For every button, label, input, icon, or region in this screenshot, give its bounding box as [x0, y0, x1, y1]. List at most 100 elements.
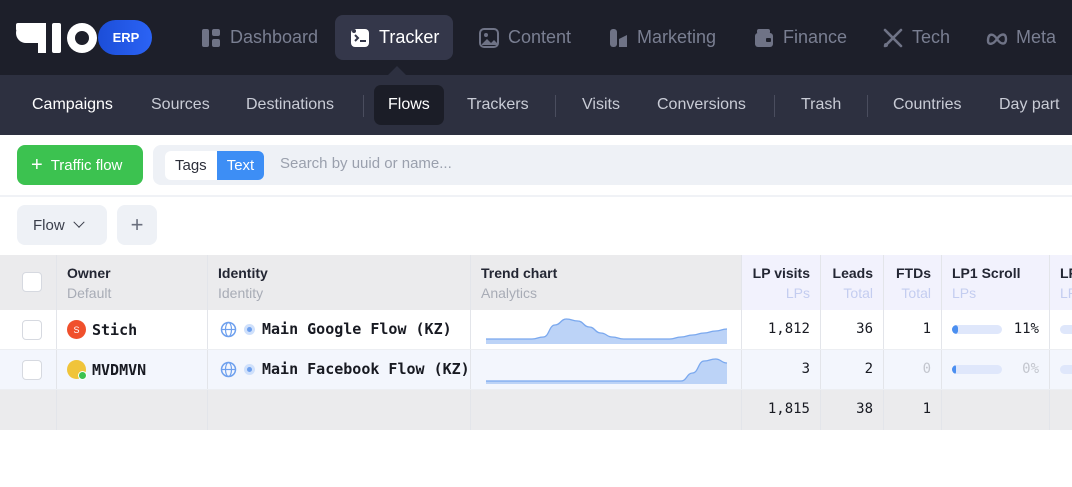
nav-marketing[interactable]: Marketing: [593, 15, 730, 60]
eye-icon[interactable]: [243, 323, 256, 336]
header-lp-visits-sub: LPs: [785, 285, 810, 301]
lp-visits-value: 3: [801, 361, 810, 377]
totals-empty-cell: [0, 390, 57, 430]
table-row[interactable]: MVDMVN Main Facebook Flow (KZ) 3 2 0 0%: [0, 350, 1072, 390]
subnav-day-part[interactable]: Day part: [985, 85, 1072, 125]
header-lp1-scroll-title: LP1 Scroll: [952, 265, 1021, 281]
header-lp1-scroll-sub: LPs: [952, 285, 977, 301]
group-by-dropdown[interactable]: Flow: [17, 205, 107, 245]
identity-cell: Main Google Flow (KZ): [208, 310, 471, 349]
select-all-checkbox[interactable]: [22, 272, 42, 292]
nav-dashboard[interactable]: Dashboard: [186, 15, 332, 60]
search-mode-toggle: Tags Text: [165, 151, 265, 180]
next-column-progress: [1060, 325, 1072, 334]
add-filter-button[interactable]: +: [117, 205, 157, 245]
header-lp1-scroll[interactable]: LP1 Scroll LPs: [942, 255, 1050, 310]
toolbar-divider: [0, 195, 1072, 197]
subnav-trash[interactable]: Trash: [787, 85, 855, 125]
marketing-icon: [610, 28, 627, 47]
sparkline-area: [486, 319, 727, 344]
subnav-campaigns[interactable]: Campaigns: [18, 85, 127, 125]
lp-visits-cell: 1,812: [742, 310, 821, 349]
leads-cell: 2: [821, 350, 884, 389]
owner-cell: MVDMVN: [57, 350, 208, 389]
chevron-down-icon: [73, 216, 85, 228]
toggle-text[interactable]: Text: [216, 151, 265, 180]
tools-icon: [883, 28, 903, 47]
nav-finance[interactable]: Finance: [739, 15, 861, 60]
search-input[interactable]: Search by uuid or name...: [280, 155, 452, 172]
subnav-visits[interactable]: Visits: [568, 85, 634, 125]
header-owner-title: Owner: [67, 265, 111, 281]
avatar: S: [67, 320, 86, 339]
lp1-scroll-cell: 11%: [942, 310, 1050, 349]
totals-empty-cell: [57, 390, 208, 430]
nav-content-label: Content: [508, 27, 572, 47]
subnav-flows[interactable]: Flows: [374, 85, 444, 125]
sub-navbar: Campaigns Sources Destinations Flows Tra…: [0, 75, 1072, 135]
leads-cell: 36: [821, 310, 884, 349]
header-owner[interactable]: Owner Default: [57, 255, 208, 310]
header-identity-title: Identity: [218, 265, 268, 281]
next-column-progress: [1060, 365, 1072, 374]
totals-empty-cell: [942, 390, 1050, 430]
tracker-icon: [351, 28, 369, 47]
eye-icon[interactable]: [243, 363, 256, 376]
subnav-destinations[interactable]: Destinations: [232, 85, 348, 125]
toggle-tags[interactable]: Tags: [165, 151, 217, 180]
header-trend[interactable]: Trend chart Analytics: [471, 255, 742, 310]
sparkline-area: [486, 359, 727, 384]
subnav-sources[interactable]: Sources: [137, 85, 224, 125]
aio-logo[interactable]: [16, 19, 100, 57]
aio-logo-mark: [16, 23, 97, 53]
flow-name[interactable]: Main Google Flow (KZ): [262, 320, 452, 338]
header-ftds[interactable]: FTDs Total: [884, 255, 942, 310]
nav-tracker[interactable]: Tracker: [335, 15, 454, 60]
lp1-scroll-pct: 0%: [1022, 361, 1039, 377]
header-lp-visits-title: LP visits: [752, 265, 810, 281]
meta-icon: [986, 32, 1008, 45]
ftds-value: 1: [922, 321, 931, 337]
table-row[interactable]: S Stich Main Google Flow (KZ) 1,812 36 1…: [0, 310, 1072, 350]
dashboard-icon: [202, 28, 220, 47]
trend-cell: [471, 350, 742, 389]
row-checkbox[interactable]: [22, 320, 42, 340]
header-identity[interactable]: Identity Identity: [208, 255, 471, 310]
subnav-countries[interactable]: Countries: [879, 85, 975, 125]
leads-value: 36: [856, 321, 873, 337]
flow-name[interactable]: Main Facebook Flow (KZ): [262, 360, 470, 378]
header-lp-visits[interactable]: LP visits LPs: [742, 255, 821, 310]
nav-tracker-label: Tracker: [379, 27, 440, 47]
header-next-sub: LP: [1060, 285, 1072, 301]
lp1-scroll-pct: 11%: [1013, 321, 1039, 337]
top-navbar: ERP Dashboard Tracker Content Marketing …: [0, 0, 1072, 75]
avatar: [67, 360, 87, 380]
globe-icon[interactable]: [220, 361, 237, 378]
globe-icon[interactable]: [220, 321, 237, 338]
header-leads-title: Leads: [832, 265, 873, 281]
add-traffic-flow-button[interactable]: + Traffic flow: [17, 145, 143, 185]
group-by-label: Flow: [33, 216, 65, 234]
header-next-column[interactable]: LP LP: [1050, 255, 1072, 310]
nav-content[interactable]: Content: [464, 15, 585, 60]
totals-ftds-cell: 1: [884, 390, 942, 430]
nav-tech[interactable]: Tech: [868, 15, 964, 60]
active-nav-caret: [388, 66, 406, 75]
totals-lp-visits: 1,815: [767, 401, 810, 417]
totals-empty-cell: [208, 390, 471, 430]
subnav-conversions[interactable]: Conversions: [643, 85, 760, 125]
next-column-cell: [1050, 350, 1072, 389]
nav-meta[interactable]: Meta: [972, 15, 1070, 60]
lp1-scroll-progress-fill: [952, 365, 956, 374]
plus-icon: +: [31, 154, 43, 176]
header-trend-title: Trend chart: [481, 265, 558, 281]
subnav-divider: [555, 95, 556, 117]
nav-finance-label: Finance: [783, 27, 848, 47]
lp1-scroll-progress-fill: [952, 325, 958, 334]
header-leads[interactable]: Leads Total: [821, 255, 884, 310]
subnav-divider: [867, 95, 868, 117]
subnav-trackers[interactable]: Trackers: [453, 85, 543, 125]
row-checkbox[interactable]: [22, 360, 42, 380]
header-ftds-title: FTDs: [896, 265, 931, 281]
totals-empty-cell: [471, 390, 742, 430]
